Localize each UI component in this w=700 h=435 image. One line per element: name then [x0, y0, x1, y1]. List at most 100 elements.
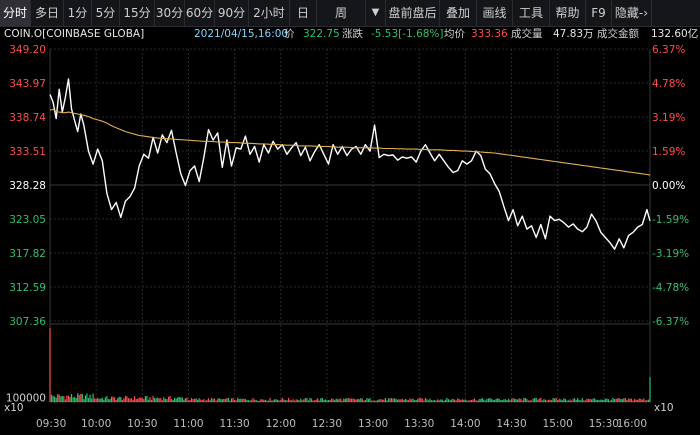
- volume-bar: [267, 400, 270, 402]
- price-tick-label: 307.36: [9, 316, 46, 328]
- volume-bar: [226, 397, 228, 402]
- volume-bar: [577, 398, 579, 402]
- volume-bar: [157, 397, 159, 402]
- volume-bar: [601, 399, 603, 402]
- volume-bar: [200, 399, 202, 402]
- volume-bar: [514, 398, 516, 402]
- volume-bar: [186, 397, 188, 402]
- volume-bar: [487, 398, 490, 402]
- volume-bar: [552, 398, 554, 402]
- volume-bar: [404, 399, 406, 402]
- volume-bar: [161, 400, 163, 402]
- volume-bar: [115, 399, 117, 402]
- volume-bar: [230, 398, 233, 402]
- volume-bar: [495, 398, 497, 402]
- volume-bar: [149, 397, 151, 402]
- volume-bar: [250, 399, 253, 402]
- volume-bar: [60, 396, 62, 402]
- volume-bar: [338, 398, 340, 402]
- volume-bar: [183, 399, 185, 402]
- volume-bar: [504, 399, 506, 402]
- volume-bar: [641, 399, 643, 402]
- volume-bar: [64, 399, 66, 402]
- volume-bar: [437, 399, 439, 402]
- volume-bar: [420, 398, 422, 402]
- volume-bar: [507, 398, 510, 402]
- volume-bar: [643, 398, 645, 402]
- volume-bar: [389, 398, 391, 402]
- volume-bar: [352, 398, 354, 402]
- volume-bar: [270, 400, 273, 402]
- volume-bar: [395, 399, 397, 402]
- volume-bar: [247, 400, 250, 402]
- volume-bar: [106, 396, 108, 402]
- price-tick-label: 338.74: [9, 112, 46, 124]
- volume-bar: [441, 399, 443, 402]
- volume-bar: [332, 398, 334, 402]
- volume-bar: [532, 398, 534, 402]
- volume-bar: [61, 396, 63, 402]
- volume-bar: [109, 399, 111, 402]
- volume-bar: [130, 398, 133, 402]
- volume-bar: [129, 398, 131, 402]
- volume-bar: [384, 398, 386, 402]
- volume-bar: [184, 398, 186, 402]
- volume-bar: [538, 398, 540, 402]
- volume-bar: [398, 399, 400, 402]
- volume-bar: [317, 398, 319, 402]
- volume-bar: [367, 398, 370, 402]
- volume-bar: [80, 393, 82, 402]
- volume-bar: [83, 399, 85, 402]
- volume-bar: [303, 399, 305, 402]
- volume-bar: [327, 400, 330, 402]
- volume-bar: [483, 399, 485, 402]
- volume-bar: [67, 395, 70, 402]
- volume-bar: [180, 397, 182, 402]
- volume-bar: [572, 398, 574, 402]
- volume-bar: [554, 398, 556, 402]
- volume-bar: [492, 399, 494, 402]
- volume-bar: [357, 398, 359, 402]
- volume-bar: [323, 399, 325, 402]
- volume-bar: [506, 400, 508, 402]
- volume-bar: [623, 398, 625, 402]
- volume-bar: [192, 399, 194, 402]
- volume-bar: [289, 399, 291, 402]
- volume-bar: [537, 399, 539, 402]
- volume-bar: [97, 397, 99, 402]
- volume-bar: [481, 397, 483, 402]
- volume-bar: [206, 399, 208, 402]
- volume-bar: [595, 399, 597, 402]
- volume-bar: [257, 400, 259, 402]
- volume-bar: [240, 398, 242, 402]
- percent-tick-label: 6.37%: [652, 44, 685, 56]
- volume-bar: [452, 398, 454, 402]
- volume-bar: [187, 400, 190, 402]
- volume-bar: [555, 397, 557, 402]
- volume-bar: [324, 399, 326, 402]
- volume-bar: [598, 400, 600, 402]
- volume-bar: [490, 399, 493, 402]
- volume-bar: [146, 396, 148, 402]
- volume-bar: [378, 399, 380, 402]
- volume-bar: [123, 398, 125, 402]
- volume-bar: [518, 398, 520, 402]
- volume-bar: [330, 398, 333, 402]
- volume-bar: [458, 399, 460, 402]
- volume-bar: [444, 399, 446, 402]
- volume-bar: [489, 398, 491, 402]
- volume-bar: [126, 396, 128, 402]
- volume-bar: [75, 398, 77, 402]
- volume-bar: [140, 397, 142, 402]
- volume-bar: [312, 400, 314, 402]
- time-tick-label: 12:00: [266, 418, 296, 430]
- volume-bar: [263, 399, 265, 402]
- volume-bar: [69, 396, 71, 402]
- volume-bar: [298, 400, 300, 402]
- volume-bar: [560, 399, 562, 402]
- volume-bar: [430, 400, 433, 402]
- volume-bar: [463, 399, 465, 402]
- volume-bar: [360, 398, 362, 402]
- intraday-chart[interactable]: 349.20 6.37% 343.97 4.78% 338.74 3.19% 333.51 1…: [0, 0, 700, 435]
- volume-bar: [300, 398, 302, 402]
